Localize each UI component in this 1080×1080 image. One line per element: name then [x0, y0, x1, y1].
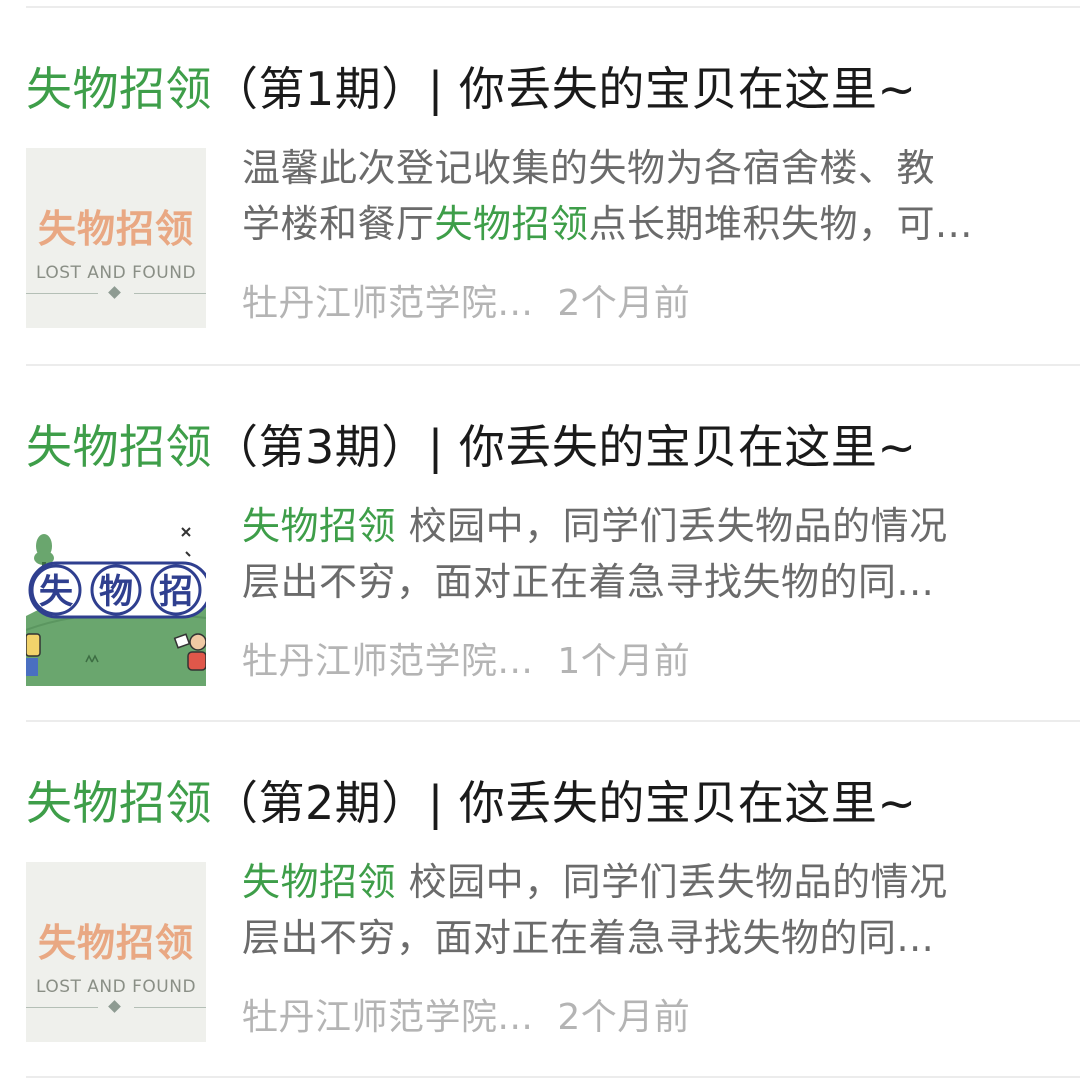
summary-text: 点长期堆积失物，可...: [588, 202, 973, 246]
thumbnail-rule: [26, 1007, 98, 1008]
thumbnail-title-cn: 失物招领: [37, 207, 194, 251]
publish-time: 2个月前: [557, 283, 691, 324]
summary-line: 层出不穷，面对正在着急寻找失物的同...: [242, 916, 935, 960]
summary-text: 校园中，同学们丢失物品的情况: [396, 860, 948, 904]
article-title[interactable]: 失物招领（第2期）| 你丢失的宝贝在这里~: [26, 772, 1066, 834]
summary-line: 失物招领 校园中，同学们丢失物品的情况: [242, 498, 1062, 554]
source-account-name[interactable]: 牡丹江师范学院...: [242, 283, 533, 324]
divider: [26, 1076, 1080, 1078]
article-thumbnail[interactable]: 失物招领 LOST AND FOUND: [26, 148, 206, 328]
title-keyword-highlight: 失物招领: [26, 420, 212, 474]
summary-text: 校园中，同学们丢失物品的情况: [396, 504, 948, 548]
article-item-issue-3[interactable]: 失物招领（第3期）| 你丢失的宝贝在这里~ 失 物 招 失物招领 校园中，同学们…: [0, 366, 1080, 706]
article-title[interactable]: 失物招领（第1期）| 你丢失的宝贝在这里~: [26, 58, 1066, 120]
summary-keyword-highlight: 失物招领: [434, 202, 589, 246]
title-text: （第3期）| 你丢失的宝贝在这里~: [212, 420, 917, 474]
summary-line: 温馨此次登记收集的失物为各宿舍楼、教: [242, 146, 936, 190]
summary-line: 失物招领 校园中，同学们丢失物品的情况: [242, 854, 1062, 910]
thumbnail-rule: [26, 293, 98, 294]
summary-text: 学楼和餐厅: [242, 202, 435, 246]
summary-line: 层出不穷，面对正在着急寻找失物的同...: [242, 560, 935, 604]
article-summary: 失物招领 校园中，同学们丢失物品的情况 层出不穷，面对正在着急寻找失物的同...: [242, 854, 1062, 966]
publish-time: 1个月前: [557, 641, 691, 682]
source-account-name[interactable]: 牡丹江师范学院...: [242, 641, 533, 682]
article-item-issue-1[interactable]: 失物招领（第1期）| 你丢失的宝贝在这里~ 失物招领 LOST AND FOUN…: [0, 8, 1080, 348]
article-item-issue-2[interactable]: 失物招领（第2期）| 你丢失的宝贝在这里~ 失物招领 LOST AND FOUN…: [0, 722, 1080, 1062]
summary-keyword-highlight: 失物招领: [242, 504, 397, 548]
diamond-ornament-icon: [108, 1000, 121, 1013]
article-meta: 牡丹江师范学院... 2个月前: [242, 276, 1062, 332]
source-account-name[interactable]: 牡丹江师范学院...: [242, 997, 533, 1038]
article-summary: 失物招领 校园中，同学们丢失物品的情况 层出不穷，面对正在着急寻找失物的同...: [242, 498, 1062, 610]
badge-char: 物: [99, 572, 133, 612]
title-keyword-highlight: 失物招领: [26, 776, 212, 830]
badge-char: 失: [39, 572, 74, 612]
thumbnail-title-en: LOST AND FOUND: [35, 977, 197, 997]
title-text: （第1期）| 你丢失的宝贝在这里~: [212, 62, 917, 116]
title-text: （第2期）| 你丢失的宝贝在这里~: [212, 776, 917, 830]
badge-char: 招: [159, 572, 193, 612]
article-thumbnail[interactable]: 失 物 招: [26, 506, 206, 686]
title-keyword-highlight: 失物招领: [26, 62, 212, 116]
thumbnail-title-en: LOST AND FOUND: [35, 263, 197, 283]
article-thumbnail[interactable]: 失物招领 LOST AND FOUND: [26, 862, 206, 1042]
search-results-list: 失物招领（第1期）| 你丢失的宝贝在这里~ 失物招领 LOST AND FOUN…: [0, 0, 1080, 1080]
diamond-ornament-icon: [108, 286, 121, 299]
article-meta: 牡丹江师范学院... 1个月前: [242, 634, 1062, 690]
thumbnail-rule: [134, 293, 206, 294]
article-summary: 温馨此次登记收集的失物为各宿舍楼、教 学楼和餐厅失物招领点长期堆积失物，可...: [242, 140, 1062, 252]
thumbnail-rule: [134, 1007, 206, 1008]
article-title[interactable]: 失物招领（第3期）| 你丢失的宝贝在这里~: [26, 416, 1066, 478]
summary-keyword-highlight: 失物招领: [242, 860, 397, 904]
article-meta: 牡丹江师范学院... 2个月前: [242, 990, 1062, 1046]
cartoon-illustration-image: 失 物 招: [26, 506, 206, 686]
summary-line: 学楼和餐厅失物招领点长期堆积失物，可...: [242, 196, 1062, 252]
publish-time: 2个月前: [557, 997, 691, 1038]
thumbnail-title-cn: 失物招领: [37, 921, 194, 965]
